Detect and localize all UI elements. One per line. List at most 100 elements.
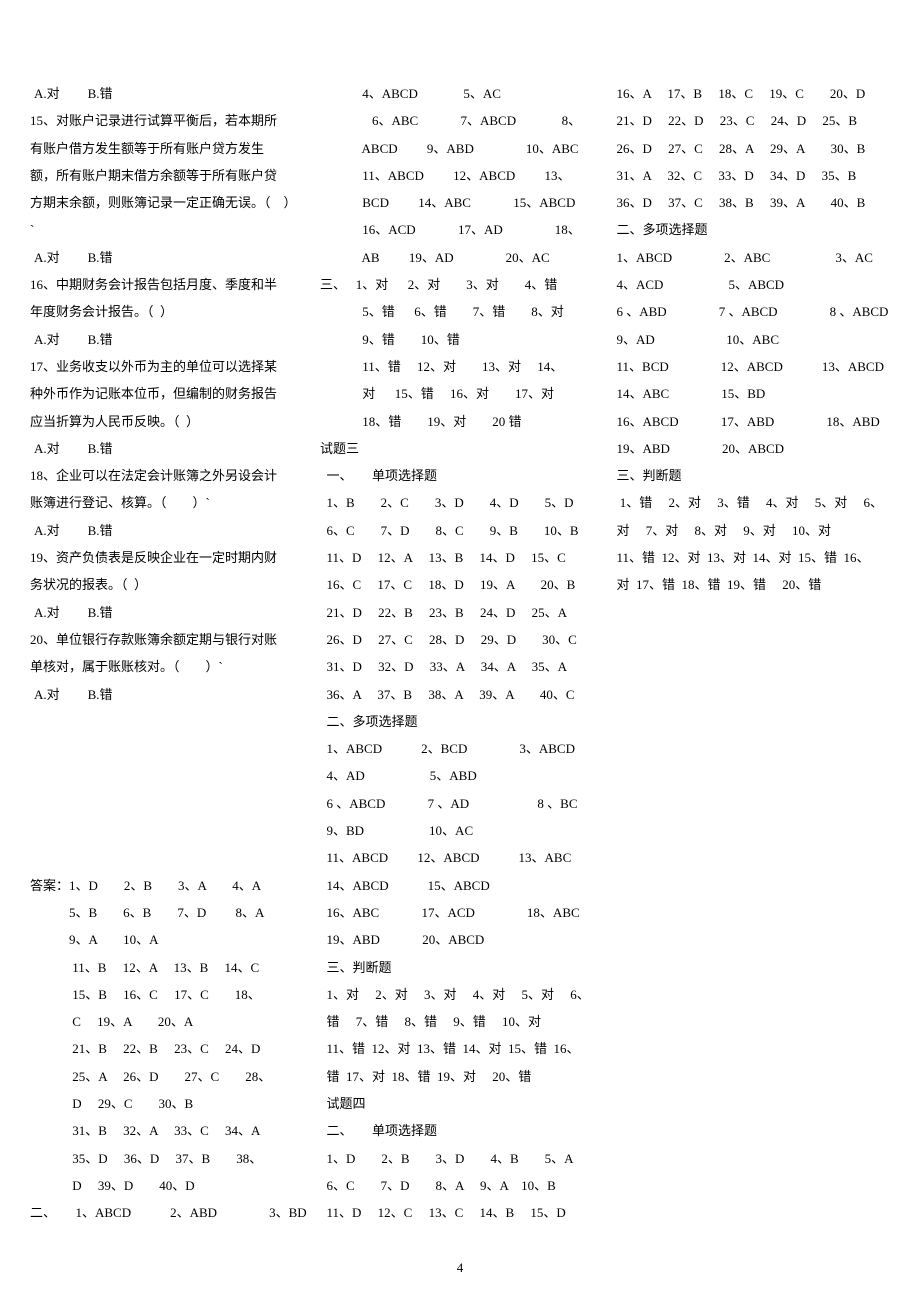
- text-line: [30, 708, 310, 735]
- text-line: 1、D 2、B 3、D 4、B 5、A: [320, 1145, 600, 1172]
- option-b: B.错: [88, 326, 113, 353]
- text-line: 1、ABCD 2、BCD 3、ABCD: [320, 735, 600, 762]
- text-line: 15、B 16、C 17、C 18、: [30, 981, 310, 1008]
- text-line: 4、AD 5、ABD: [320, 762, 600, 789]
- text-line: 5、B 6、B 7、D 8、A: [30, 899, 310, 926]
- text-line: 错 7、错 8、错 9、错 10、对: [320, 1008, 600, 1035]
- text-line: 15、对账户记录进行试算平衡后，若本期所: [30, 107, 310, 134]
- answer-options: A.对 B.错: [30, 681, 310, 708]
- text-line: 6、C 7、D 8、C 9、B 10、B: [320, 517, 600, 544]
- text-line: 试题四: [320, 1090, 600, 1117]
- option-a: A.对: [34, 80, 60, 107]
- text-line: 二、 单项选择题: [320, 1117, 600, 1144]
- text-line: C 19、A 20、A: [30, 1008, 310, 1035]
- text-line: [30, 817, 310, 844]
- text-line: 18、企业可以在法定会计账簿之外另设会计: [30, 462, 310, 489]
- text-line: 31、D 32、D 33、A 34、A 35、A: [320, 653, 600, 680]
- text-line: 19、ABD 20、ABCD: [320, 926, 600, 953]
- text-line: 16、中期财务会计报告包括月度、季度和半: [30, 271, 310, 298]
- option-b: B.错: [88, 435, 113, 462]
- text-line: 36、A 37、B 38、A 39、A 40、C: [320, 681, 600, 708]
- text-line: 17、业务收支以外币为主的单位可以选择某: [30, 353, 310, 380]
- text-line: 11、D 12、C 13、C 14、B 15、D: [320, 1199, 600, 1226]
- text-line: 1、ABCD 2、ABC 3、AC: [610, 244, 890, 271]
- text-line: 方期末余额，则账簿记录一定正确无误。（ ）: [30, 189, 310, 216]
- option-b: B.错: [88, 517, 113, 544]
- text-line: 11、D 12、A 13、B 14、D 15、C: [320, 544, 600, 571]
- text-line: 5、错 6、错 7、错 8、对: [320, 298, 600, 325]
- text-line: D 39、D 40、D: [30, 1172, 310, 1199]
- document-body: A.对B.错15、对账户记录进行试算平衡后，若本期所有账户借方发生额等于所有账户…: [30, 80, 890, 1240]
- text-line: D 29、C 30、B: [30, 1090, 310, 1117]
- text-line: 对 7、对 8、对 9、对 10、对: [610, 517, 890, 544]
- text-line: 一、 单项选择题: [320, 462, 600, 489]
- text-line: AB 19、AD 20、AC: [320, 244, 600, 271]
- text-line: 有账户借方发生额等于所有账户贷方发生: [30, 135, 310, 162]
- text-line: 6、ABC 7、ABCD 8、: [320, 107, 600, 134]
- text-line: 答案：1、D 2、B 3、A 4、A: [30, 872, 310, 899]
- text-line: 二、多项选择题: [320, 708, 600, 735]
- text-line: 19、ABD 20、ABCD: [610, 435, 890, 462]
- text-line: 11、ABCD 12、ABCD 13、ABC: [320, 844, 600, 871]
- answer-options: A.对 B.错: [30, 517, 310, 544]
- text-line: 16、ABC 17、ACD 18、ABC: [320, 899, 600, 926]
- text-line: [30, 790, 310, 817]
- text-line: 9、A 10、A: [30, 926, 310, 953]
- text-line: ABCD 9、ABD 10、ABC: [320, 135, 600, 162]
- text-line: 三、判断题: [610, 462, 890, 489]
- text-line: 31、A 32、C 33、D 34、D 35、B: [610, 162, 890, 189]
- text-line: 11、错 12、对 13、对 14、: [320, 353, 600, 380]
- text-line: 试题三: [320, 435, 600, 462]
- text-line: 对 17、错 18、错 19、错 20、错: [610, 571, 890, 598]
- text-line: 错 17、对 18、错 19、对 20、错: [320, 1063, 600, 1090]
- text-line: 6、C 7、D 8、A 9、A 10、B: [320, 1172, 600, 1199]
- text-line: 额，所有账户期末借方余额等于所有账户贷: [30, 162, 310, 189]
- text-line: 对 15、错 16、对 17、对: [320, 380, 600, 407]
- answer-options: A.对 B.错: [30, 244, 310, 271]
- text-line: 1、B 2、C 3、D 4、D 5、D: [320, 489, 600, 516]
- text-line: 6 、ABD 7 、ABCD 8 、ABCD: [610, 298, 890, 325]
- text-line: 4、ABCD 5、AC: [320, 80, 600, 107]
- text-line: [30, 735, 310, 762]
- text-line: 9、错 10、错: [320, 326, 600, 353]
- text-line: 21、B 22、B 23、C 24、D: [30, 1035, 310, 1062]
- text-line: 16、ACD 17、AD 18、: [320, 216, 600, 243]
- text-line: 11、B 12、A 13、B 14、C: [30, 954, 310, 981]
- option-b: B.错: [88, 681, 113, 708]
- answer-options: A.对 B.错: [30, 435, 310, 462]
- option-a: A.对: [34, 517, 60, 544]
- text-line: [30, 762, 310, 789]
- text-line: [30, 844, 310, 871]
- text-line: 25、A 26、D 27、C 28、: [30, 1063, 310, 1090]
- option-a: A.对: [34, 244, 60, 271]
- text-line: 35、D 36、D 37、B 38、: [30, 1145, 310, 1172]
- text-line: 16、ABCD 17、ABD 18、ABD: [610, 408, 890, 435]
- answer-options: A.对 B.错: [30, 326, 310, 353]
- option-a: A.对: [34, 681, 60, 708]
- page-number: 4: [0, 1260, 920, 1276]
- text-line: 20、单位银行存款账簿余额定期与银行对账: [30, 626, 310, 653]
- text-line: 16、A 17、B 18、C 19、C 20、D: [610, 80, 890, 107]
- answer-options: A.对 B.错: [30, 80, 310, 107]
- text-line: 11、错 12、对 13、错 14、对 15、错 16、: [320, 1035, 600, 1062]
- text-line: 31、B 32、A 33、C 34、A: [30, 1117, 310, 1144]
- text-line: 年度财务会计报告。（ ）: [30, 298, 310, 325]
- text-line: 21、D 22、D 23、C 24、D 25、B: [610, 107, 890, 134]
- text-line: 二、 1、ABCD 2、ABD 3、BD: [30, 1199, 310, 1226]
- text-line: 11、ABCD 12、ABCD 13、: [320, 162, 600, 189]
- text-line: 14、ABCD 15、ABCD: [320, 872, 600, 899]
- text-line: 9、AD 10、ABC: [610, 326, 890, 353]
- text-line: 1、对 2、对 3、对 4、对 5、对 6、: [320, 981, 600, 1008]
- text-line: 19、资产负债表是反映企业在一定时期内财: [30, 544, 310, 571]
- text-line: 26、D 27、C 28、D 29、D 30、C: [320, 626, 600, 653]
- option-b: B.错: [88, 244, 113, 271]
- answer-options: A.对B.错: [30, 599, 310, 626]
- text-line: 11、BCD 12、ABCD 13、ABCD: [610, 353, 890, 380]
- option-b: B.错: [88, 80, 113, 107]
- option-a: A.对: [34, 326, 60, 353]
- text-line: 账簿进行登记、核算。（ ）`: [30, 489, 310, 516]
- option-a: A.对: [34, 435, 60, 462]
- text-line: 4、ACD 5、ABCD: [610, 271, 890, 298]
- text-line: 三、判断题: [320, 954, 600, 981]
- text-line: 21、D 22、B 23、B 24、D 25、A: [320, 599, 600, 626]
